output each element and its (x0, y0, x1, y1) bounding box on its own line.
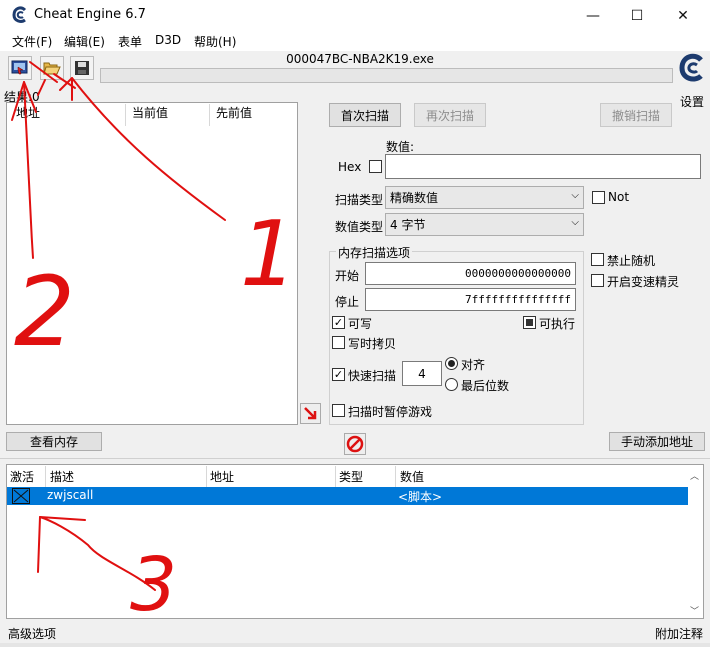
annotation-overlay: 1 2 3 (11, 61, 297, 628)
annotation-label-2: 2 (14, 256, 75, 368)
annotation-arrow-3-head (37, 516, 86, 573)
annotation-label-3: 3 (130, 542, 177, 628)
annotation-arrow-2 (23, 81, 34, 259)
annotation-arrow-1 (71, 77, 226, 221)
annotation-label-1: 1 (240, 202, 297, 307)
annotation-line (29, 61, 76, 96)
